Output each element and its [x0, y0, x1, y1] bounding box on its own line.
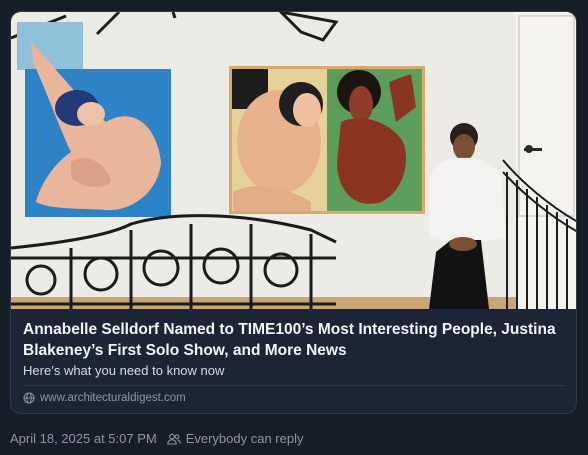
post-meta: April 18, 2025 at 5:07 PM Everybody can …: [10, 431, 303, 446]
card-divider: [23, 385, 564, 386]
globe-icon: [23, 392, 35, 404]
post-timestamp[interactable]: April 18, 2025 at 5:07 PM: [10, 431, 157, 446]
link-description: Here’s what you need to know now: [23, 363, 225, 378]
link-source[interactable]: www.architecturaldigest.com: [23, 392, 186, 404]
link-title[interactable]: Annabelle Selldorf Named to TIME100’s Mo…: [23, 319, 563, 361]
link-domain: www.architecturaldigest.com: [40, 392, 186, 404]
reply-setting[interactable]: Everybody can reply: [186, 431, 304, 446]
link-preview-card[interactable]: Annabelle Selldorf Named to TIME100’s Mo…: [10, 11, 577, 414]
article-photo: [11, 12, 576, 309]
people-icon: [166, 433, 181, 445]
